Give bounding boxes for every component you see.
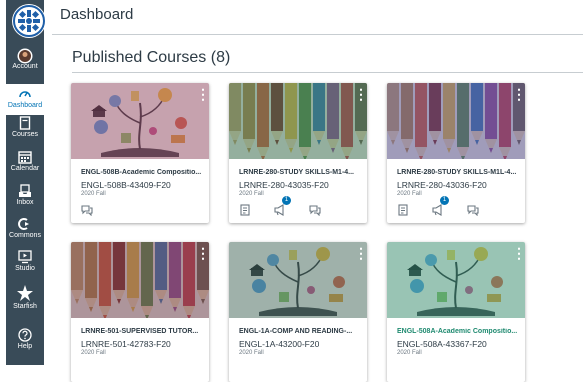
course-card[interactable]: ⋮ ENGL-1A-COMP AND READING-... ENGL-1A-432… — [229, 242, 367, 382]
course-card-image[interactable] — [387, 242, 525, 318]
course-card-image[interactable] — [71, 83, 209, 159]
nav-item-inbox[interactable]: Inbox — [6, 184, 44, 207]
course-title[interactable]: ENGL-508A-Academic Compositio... — [397, 328, 519, 335]
unread-badge: 1 — [440, 196, 449, 205]
nav-item-label: Account — [12, 63, 38, 70]
help-icon — [6, 328, 44, 342]
course-card-image[interactable] — [229, 83, 367, 159]
course-card[interactable]: ⋮ LRNRE-280-STUDY SKILLS-M1-4... LRNRE-280… — [229, 83, 367, 223]
commons-icon — [6, 217, 44, 231]
course-card[interactable]: ⋮ ENGL-508A-Academic Compositio... ENGL-50… — [387, 242, 525, 382]
assignments-icon[interactable] — [397, 203, 409, 216]
nav-item-label: Inbox — [16, 199, 34, 206]
course-title[interactable]: LRNRE-280-STUDY SKILLS-M1-4... — [239, 169, 361, 176]
global-navigation: Account Dashboard Courses Calendar Inbox… — [6, 0, 46, 365]
course-card-image[interactable] — [229, 242, 367, 318]
course-card-image[interactable] — [387, 83, 525, 159]
nav-item-studio[interactable]: Studio — [6, 250, 44, 273]
course-code: ENGL-508A-43367-F20 — [397, 339, 487, 349]
course-term: 2020 Fall — [397, 191, 422, 197]
course-code: ENGL-1A-43200-F20 — [239, 339, 320, 349]
nav-item-label: Courses — [11, 131, 39, 138]
card-options-icon[interactable]: ⋮ — [354, 87, 367, 101]
nav-item-label: Calendar — [10, 165, 40, 172]
nav-item-commons[interactable]: Commons — [6, 217, 44, 240]
course-card[interactable]: ⋮ LRNRE-280-STUDY SKILLS-M1L-4... LRNRE-28… — [387, 83, 525, 223]
course-term: 2020 Fall — [81, 350, 106, 356]
card-options-icon[interactable]: ⋮ — [512, 87, 525, 101]
account-avatar-icon — [6, 48, 44, 64]
course-title[interactable]: LRNRE-501-SUPERVISED TUTOR... — [81, 328, 203, 335]
course-term: 2020 Fall — [239, 350, 264, 356]
course-card-image[interactable] — [71, 242, 209, 318]
nav-item-account[interactable]: Account — [6, 48, 44, 71]
card-options-icon[interactable]: ⋮ — [196, 87, 209, 101]
nav-item-label: Dashboard — [7, 102, 43, 109]
page-title: Dashboard — [60, 6, 134, 23]
card-options-icon[interactable]: ⋮ — [196, 246, 209, 260]
starfish-icon — [6, 284, 44, 302]
card-options-icon[interactable]: ⋮ — [512, 246, 525, 260]
header-divider — [52, 34, 583, 35]
college-logo[interactable] — [12, 4, 46, 38]
course-card[interactable]: ⋮ ENGL-508B-Academic Compositio... ENGL-50… — [71, 83, 209, 223]
discussions-icon[interactable] — [309, 203, 321, 217]
nav-item-label: Help — [17, 343, 33, 350]
course-title[interactable]: ENGL-508B-Academic Compositio... — [81, 169, 203, 176]
nav-item-help[interactable]: Help — [6, 328, 44, 351]
assignments-icon[interactable] — [239, 203, 251, 216]
discussions-icon[interactable] — [467, 203, 479, 217]
course-term: 2020 Fall — [81, 191, 106, 197]
course-card[interactable]: ⋮ LRNRE-501-SUPERVISED TUTOR... LRNRE-501-… — [71, 242, 209, 382]
course-title[interactable]: ENGL-1A-COMP AND READING-... — [239, 328, 361, 335]
studio-icon — [6, 250, 44, 264]
section-title: Published Courses (8) — [72, 49, 231, 66]
course-title[interactable]: LRNRE-280-STUDY SKILLS-M1L-4... — [397, 169, 519, 176]
course-term: 2020 Fall — [239, 191, 264, 197]
course-code: LRNRE-280-43036-F20 — [397, 180, 487, 190]
unread-badge: 1 — [282, 196, 291, 205]
dashboard-icon — [6, 87, 44, 101]
calendar-icon — [6, 150, 44, 164]
inbox-icon — [6, 184, 44, 198]
nav-item-dashboard[interactable]: Dashboard — [6, 84, 44, 115]
nav-item-starfish[interactable]: Starfish — [6, 284, 44, 311]
card-options-icon[interactable]: ⋮ — [354, 246, 367, 260]
nav-item-calendar[interactable]: Calendar — [6, 150, 44, 173]
course-term: 2020 Fall — [397, 350, 422, 356]
course-code: LRNRE-501-42783-F20 — [81, 339, 171, 349]
course-code: ENGL-508B-43409-F20 — [81, 180, 171, 190]
discussions-icon[interactable] — [81, 203, 93, 217]
courses-icon — [6, 116, 44, 130]
course-code: LRNRE-280-43035-F20 — [239, 180, 329, 190]
nav-item-label: Commons — [9, 232, 41, 239]
nav-item-label: Starfish — [13, 303, 37, 310]
nav-item-label: Studio — [15, 265, 35, 272]
section-divider — [72, 72, 583, 73]
nav-item-courses[interactable]: Courses — [6, 116, 44, 139]
